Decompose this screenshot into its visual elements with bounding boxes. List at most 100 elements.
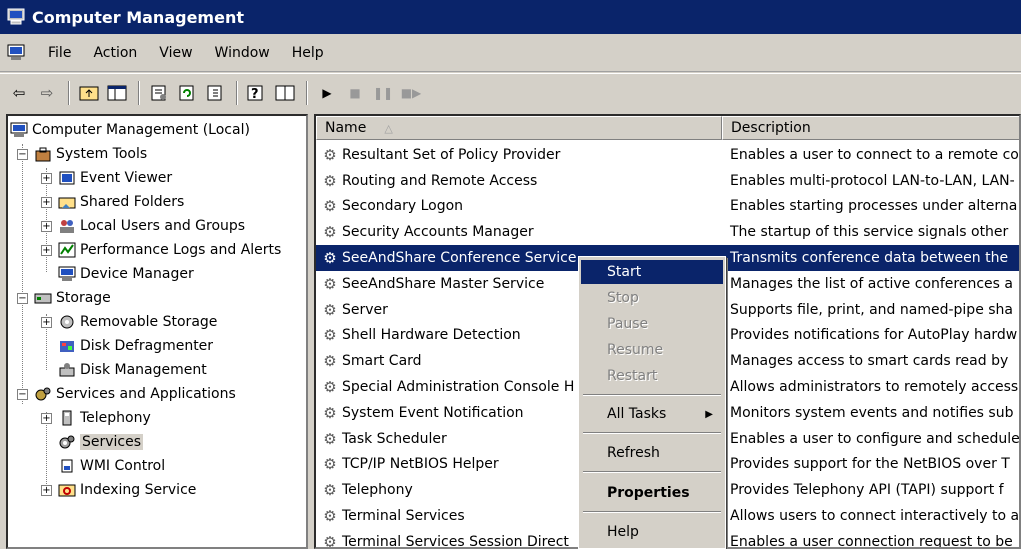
service-description: Manages the list of active conferences a [730, 275, 1013, 292]
performance-icon [58, 241, 76, 259]
export-list-icon[interactable] [204, 82, 226, 104]
tree-item-disk-management[interactable]: Disk Management [58, 358, 207, 382]
menu-item-start[interactable]: Start [581, 260, 723, 284]
console-tree-icon[interactable] [274, 82, 296, 104]
menu-help[interactable]: Help [292, 45, 324, 61]
stop-service-icon[interactable]: ■ [344, 82, 366, 104]
tree-item-shared-folders[interactable]: Shared Folders [58, 190, 184, 214]
tree-item-label: Disk Management [80, 362, 207, 378]
tree-item-device-manager[interactable]: Device Manager [58, 262, 194, 286]
service-name-cell: ⚙ Resultant Set of Policy Provider [316, 146, 720, 164]
restart-service-icon[interactable]: ■▶ [400, 82, 422, 104]
tree-item-removable-storage[interactable]: Removable Storage [58, 310, 217, 334]
forward-arrow-icon[interactable]: ⇨ [36, 82, 58, 104]
service-name: SeeAndShare Conference Service [342, 250, 577, 267]
help-icon[interactable]: ? [246, 82, 268, 104]
menu-item-properties[interactable]: Properties [581, 481, 723, 505]
sort-ascending-icon: △ [384, 121, 393, 135]
tree-item-label: Storage [56, 290, 111, 306]
expand-toggle[interactable]: + [41, 173, 52, 184]
tree-item-label: Telephony [80, 410, 151, 426]
title-bar: Computer Management [0, 0, 1021, 34]
service-gear-icon: ⚙ [323, 481, 337, 500]
service-name: System Event Notification [342, 404, 524, 421]
expand-toggle[interactable]: + [41, 245, 52, 256]
tree-item-services[interactable]: Services [58, 430, 144, 454]
mmc-system-menu-icon[interactable] [6, 44, 26, 62]
start-service-icon[interactable]: ▶ [316, 82, 338, 104]
menu-file[interactable]: File [48, 45, 71, 61]
service-name: SeeAndShare Master Service [342, 275, 545, 292]
service-description: Supports file, print, and named-pipe sha [730, 301, 1014, 318]
expand-toggle[interactable]: + [41, 485, 52, 496]
menu-item-help[interactable]: Help [581, 520, 723, 544]
collapse-toggle[interactable]: − [17, 293, 28, 304]
column-header-description[interactable]: Description [722, 116, 1019, 140]
pause-service-icon[interactable]: ❚❚ [372, 82, 394, 104]
tree-item-label: Local Users and Groups [80, 218, 246, 234]
tree-item-wmi-control[interactable]: WMI Control [58, 454, 165, 478]
tree-item-indexing-service[interactable]: Indexing Service [58, 478, 196, 502]
menu-item-stop: Stop [581, 286, 723, 310]
service-name: Secondary Logon [342, 198, 464, 215]
tree-item-storage[interactable]: Storage [34, 286, 111, 310]
service-description: Provides support for the NetBIOS over T [730, 456, 1010, 473]
service-gear-icon: ⚙ [323, 326, 337, 345]
tree-item-local-users[interactable]: Local Users and Groups [58, 214, 245, 238]
tree-connector [22, 144, 23, 404]
menu-separator [583, 511, 721, 513]
tree-item-perf-logs[interactable]: Performance Logs and Alerts [58, 238, 281, 262]
service-row[interactable]: ⚙ Security Accounts Manager The startup of… [316, 219, 1019, 245]
service-row[interactable]: ⚙ Routing and Remote Access Enables multi-… [316, 168, 1019, 194]
service-row[interactable]: ⚙ Resultant Set of Policy Provider Enables… [316, 142, 1019, 168]
refresh-icon[interactable] [176, 82, 198, 104]
console-tree[interactable]: Computer Management (Local) − System Too… [6, 114, 308, 549]
menu-separator [583, 432, 721, 434]
menu-item-label: All Tasks [607, 406, 667, 422]
menu-item-all-tasks[interactable]: All Tasks ▶ [581, 402, 723, 426]
menu-view[interactable]: View [159, 45, 192, 61]
collapse-toggle[interactable]: − [17, 389, 28, 400]
services-apps-icon [34, 385, 52, 403]
back-arrow-icon[interactable]: ⇦ [8, 82, 30, 104]
service-gear-icon: ⚙ [323, 223, 337, 242]
tree-item-telephony[interactable]: Telephony [58, 406, 151, 430]
expand-toggle[interactable]: + [41, 197, 52, 208]
menu-item-refresh[interactable]: Refresh [581, 441, 723, 465]
defragmenter-icon [58, 337, 76, 355]
service-name: Terminal Services [342, 508, 465, 525]
telephony-icon [58, 409, 76, 427]
service-description: Enables a user to connect to a remote co [730, 146, 1019, 163]
tree-item-disk-defragmenter[interactable]: Disk Defragmenter [58, 334, 213, 358]
tree-item-services-applications[interactable]: Services and Applications [34, 382, 236, 406]
expand-toggle[interactable]: + [41, 413, 52, 424]
menu-action[interactable]: Action [93, 45, 137, 61]
computer-icon [10, 121, 28, 139]
properties-icon[interactable] [148, 82, 170, 104]
service-name: Server [342, 301, 388, 318]
toolbar-separator [138, 80, 140, 105]
column-header-name[interactable]: Name △ [316, 116, 722, 140]
tree-item-label: Performance Logs and Alerts [80, 242, 282, 258]
service-row[interactable]: ⚙ Secondary Logon Enables starting process… [316, 194, 1019, 220]
expand-toggle[interactable]: + [41, 317, 52, 328]
toolbar: ⇦ ⇨ ? ▶ ■ ❚❚ ■▶ [0, 73, 1021, 111]
collapse-toggle[interactable]: − [17, 149, 28, 160]
context-menu: Start Stop Pause Resume Restart All Task… [578, 256, 726, 549]
service-gear-icon: ⚙ [323, 249, 337, 268]
tree-item-system-tools[interactable]: System Tools [34, 142, 147, 166]
expand-toggle[interactable]: + [41, 221, 52, 232]
service-description: Manages access to smart cards read by [730, 353, 1009, 370]
service-gear-icon: ⚙ [323, 429, 337, 448]
up-folder-icon[interactable] [78, 82, 100, 104]
tree-root[interactable]: Computer Management (Local) [10, 118, 250, 142]
menu-item-pause: Pause [581, 312, 723, 336]
menu-item-label: Stop [607, 290, 639, 306]
show-tree-icon[interactable] [106, 82, 128, 104]
menu-window[interactable]: Window [215, 45, 270, 61]
service-description: Enables a user connection request to be [730, 533, 1013, 549]
tree-item-event-viewer[interactable]: Event Viewer [58, 166, 172, 190]
service-description: The startup of this service signals othe… [730, 224, 1009, 241]
toolbar-separator [306, 80, 308, 105]
menu-item-label: Refresh [607, 445, 660, 461]
